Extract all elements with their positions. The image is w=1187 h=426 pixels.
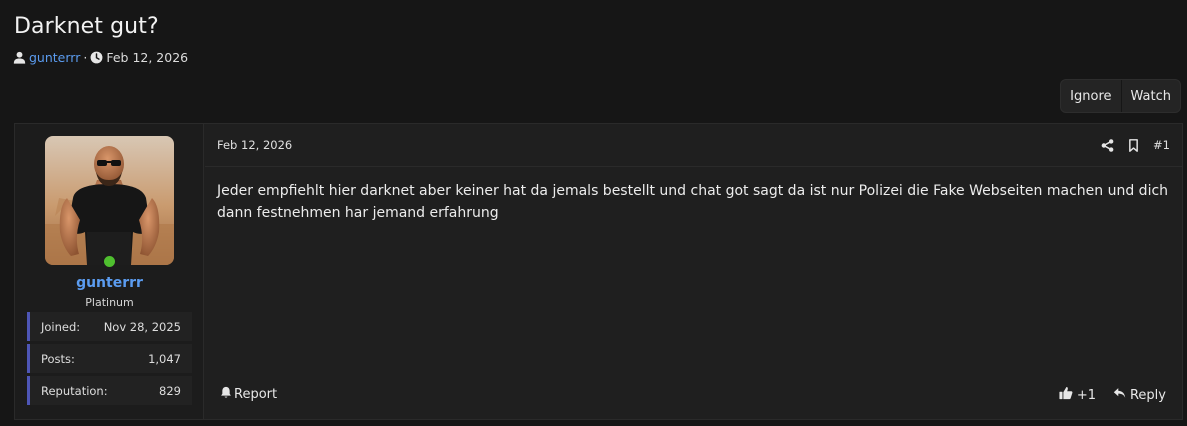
stat-label: Posts: bbox=[41, 351, 75, 366]
bell-icon bbox=[220, 386, 232, 403]
like-button[interactable]: +1 bbox=[1059, 386, 1096, 404]
thread-page: Darknet gut? gunterrr · Feb 12, 2026 Ign… bbox=[0, 0, 1187, 426]
watch-button[interactable]: Watch bbox=[1120, 80, 1180, 112]
post-header-actions: #1 bbox=[1101, 138, 1170, 152]
stat-posts: Posts: 1,047 bbox=[27, 344, 192, 373]
post-user-panel: gunterrr Platinum Joined: Nov 28, 2025 P… bbox=[15, 124, 204, 419]
clock-icon bbox=[90, 51, 103, 64]
reply-arrow-icon bbox=[1113, 387, 1126, 403]
post-card: gunterrr Platinum Joined: Nov 28, 2025 P… bbox=[14, 123, 1183, 420]
thread-meta: gunterrr · Feb 12, 2026 bbox=[13, 50, 188, 65]
user-icon bbox=[13, 51, 26, 64]
post-message: Jeder empfiehlt hier darknet aber keiner… bbox=[217, 183, 1169, 221]
stat-joined: Joined: Nov 28, 2025 bbox=[27, 312, 192, 341]
reply-label: Reply bbox=[1129, 387, 1166, 403]
stat-value: 829 bbox=[159, 383, 181, 398]
report-label: Report bbox=[234, 387, 278, 402]
reply-button[interactable]: Reply bbox=[1113, 387, 1166, 403]
online-status-indicator bbox=[102, 254, 117, 269]
avatar[interactable] bbox=[45, 136, 174, 265]
post-date[interactable]: Feb 12, 2026 bbox=[217, 138, 292, 152]
user-stats: Joined: Nov 28, 2025 Posts: 1,047 Reputa… bbox=[27, 312, 192, 408]
post-username[interactable]: gunterrr bbox=[15, 275, 204, 291]
post-number-link[interactable]: #1 bbox=[1153, 138, 1170, 152]
thread-title: Darknet gut? bbox=[14, 14, 159, 39]
report-button[interactable]: Report bbox=[220, 386, 277, 403]
stat-reputation: Reputation: 829 bbox=[27, 376, 192, 405]
user-title: Platinum bbox=[85, 296, 134, 309]
thread-author-link[interactable]: gunterrr bbox=[29, 50, 80, 65]
stat-value: 1,047 bbox=[148, 351, 181, 366]
stat-value: Nov 28, 2025 bbox=[103, 319, 181, 334]
ignore-button[interactable]: Ignore bbox=[1061, 80, 1120, 112]
stat-label: Joined: bbox=[41, 319, 81, 334]
share-icon[interactable] bbox=[1101, 138, 1114, 152]
stat-label: Reputation: bbox=[41, 383, 108, 398]
thumbs-up-icon bbox=[1059, 386, 1073, 404]
meta-separator: · bbox=[83, 50, 88, 65]
post-header: Feb 12, 2026 #1 bbox=[205, 124, 1182, 167]
post-footer-actions: +1 Reply bbox=[1059, 386, 1166, 404]
thread-date[interactable]: Feb 12, 2026 bbox=[106, 50, 188, 65]
reaction-count: +1 bbox=[1076, 387, 1096, 403]
thread-action-group: Ignore Watch bbox=[1060, 79, 1181, 113]
bookmark-icon[interactable] bbox=[1128, 138, 1139, 152]
